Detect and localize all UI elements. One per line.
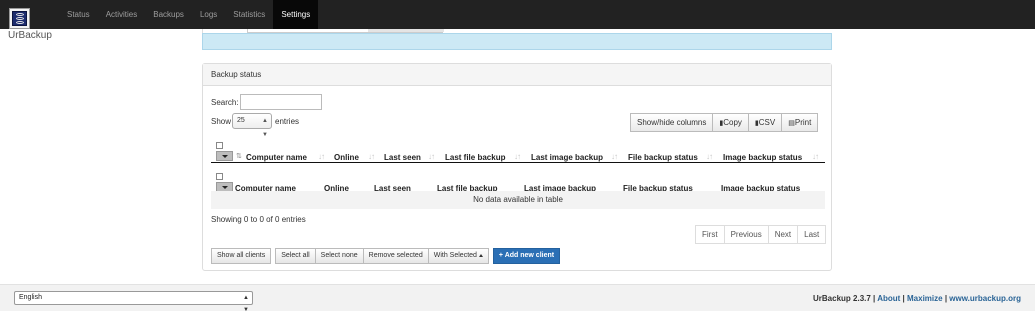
top-navbar: Status Activities Backups Logs Statistic… [0,0,1035,29]
table-info: Showing 0 to 0 of 0 entries [211,215,306,224]
backup-status-panel: Backup status Search: Show 25 ▲ ▼ entries… [202,63,832,271]
footer-links: UrBackup 2.3.7 | About | Maximize | www.… [813,294,1021,303]
sort-icon[interactable]: ↓↑ [318,152,325,161]
copy-button[interactable]: ▮Copy [712,113,749,132]
show-hide-columns-button[interactable]: Show/hide columns [630,113,714,132]
row-action-dropdown-button[interactable] [216,151,233,161]
entries-length-select[interactable]: 25 ▲ ▼ [232,113,272,138]
table-header: ⇅ Computer name ↓↑ Online ↓↑ Last seen ↓… [211,141,825,163]
sort-icon[interactable]: ↓↑ [514,152,521,161]
with-selected-dropdown[interactable]: With Selected [427,248,489,264]
language-value: English [19,294,42,301]
client-action-buttons: Show all clients Select all Select none … [211,248,561,264]
pagination-previous[interactable]: Previous [723,225,769,244]
panel-title: Backup status [203,64,831,86]
main-nav: Status Activities Backups Logs Statistic… [59,0,319,29]
copy-label: Copy [723,118,742,127]
column-header-last-image-backup[interactable]: Last image backup [531,153,603,162]
pagination: First Previous Next Last [695,225,827,244]
print-icon: ▤ [788,120,795,127]
tab-remnant-active [368,29,444,32]
with-selected-label: With Selected [433,252,477,259]
sort-icon[interactable]: ↓↑ [428,152,435,161]
select-all-checkbox[interactable] [216,173,223,180]
urbackup-logo-icon[interactable] [9,8,30,29]
nav-item-status[interactable]: Status [59,0,98,29]
nav-item-statistics[interactable]: Statistics [225,0,273,29]
website-link[interactable]: www.urbackup.org [949,294,1021,303]
table-export-buttons: Show/hide columns ▮Copy ▮CSV ▤Print [630,113,819,132]
search-label: Search: [211,98,239,107]
footer: English ▲ ▼ UrBackup 2.3.7 | About | Maxi… [0,284,1035,313]
show-hide-columns-label: Show/hide columns [637,118,707,127]
print-button[interactable]: ▤Print [781,113,819,132]
column-header-online[interactable]: Online [334,153,359,162]
logo-database-icon [12,11,27,26]
about-link[interactable]: About [877,294,900,303]
logo-disk-middle [16,17,24,20]
column-header-image-backup-status[interactable]: Image backup status [723,153,802,162]
select-arrows-icon: ▲ ▼ [262,118,268,138]
column-header-last-seen[interactable]: Last seen [384,153,421,162]
csv-label: CSV [758,118,776,127]
pagination-next[interactable]: Next [767,225,799,244]
sort-icon[interactable]: ↓↑ [812,152,819,161]
logo-disk-top [16,13,24,16]
pagination-last[interactable]: Last [797,225,827,244]
sort-icon[interactable]: ↓↑ [706,152,713,161]
sort-icon[interactable]: ↓↑ [611,152,618,161]
select-all-checkbox[interactable] [216,142,223,149]
select-arrows-icon: ▲ ▼ [243,295,249,313]
nav-item-activities[interactable]: Activities [98,0,146,29]
column-header-last-file-backup[interactable]: Last file backup [445,153,505,162]
info-alert-bar [202,33,832,50]
nav-item-backups[interactable]: Backups [145,0,192,29]
brand-name[interactable]: UrBackup [8,30,52,41]
entries-label: entries [275,117,300,126]
select-all-button[interactable]: Select all [275,248,316,264]
logo-disk-bottom [16,21,24,24]
caret-up-icon [478,253,483,257]
nav-item-logs[interactable]: Logs [192,0,225,29]
search-input[interactable] [240,94,322,110]
nav-item-settings[interactable]: Settings [273,0,319,29]
sort-ascending-icon: ⇅ [236,153,242,160]
column-header-computer-name[interactable]: Computer name [246,153,307,162]
version-label: UrBackup 2.3.7 [813,294,871,303]
remove-selected-button[interactable]: Remove selected [362,248,429,264]
maximize-link[interactable]: Maximize [907,294,943,303]
sort-icon[interactable]: ↓↑ [368,152,375,161]
pagination-first[interactable]: First [695,225,725,244]
show-label: Show [211,117,232,126]
print-label: Print [794,118,812,127]
add-new-client-button[interactable]: + Add new client [492,248,561,264]
column-header-file-backup-status[interactable]: File backup status [628,153,698,162]
csv-button[interactable]: ▮CSV [747,113,783,132]
empty-table-message: No data available in table [211,191,825,209]
show-all-clients-button[interactable]: Show all clients [211,248,272,264]
select-none-button[interactable]: Select none [314,248,364,264]
entries-length-value: 25 [237,117,245,124]
language-select[interactable]: English ▲ ▼ [14,291,253,313]
